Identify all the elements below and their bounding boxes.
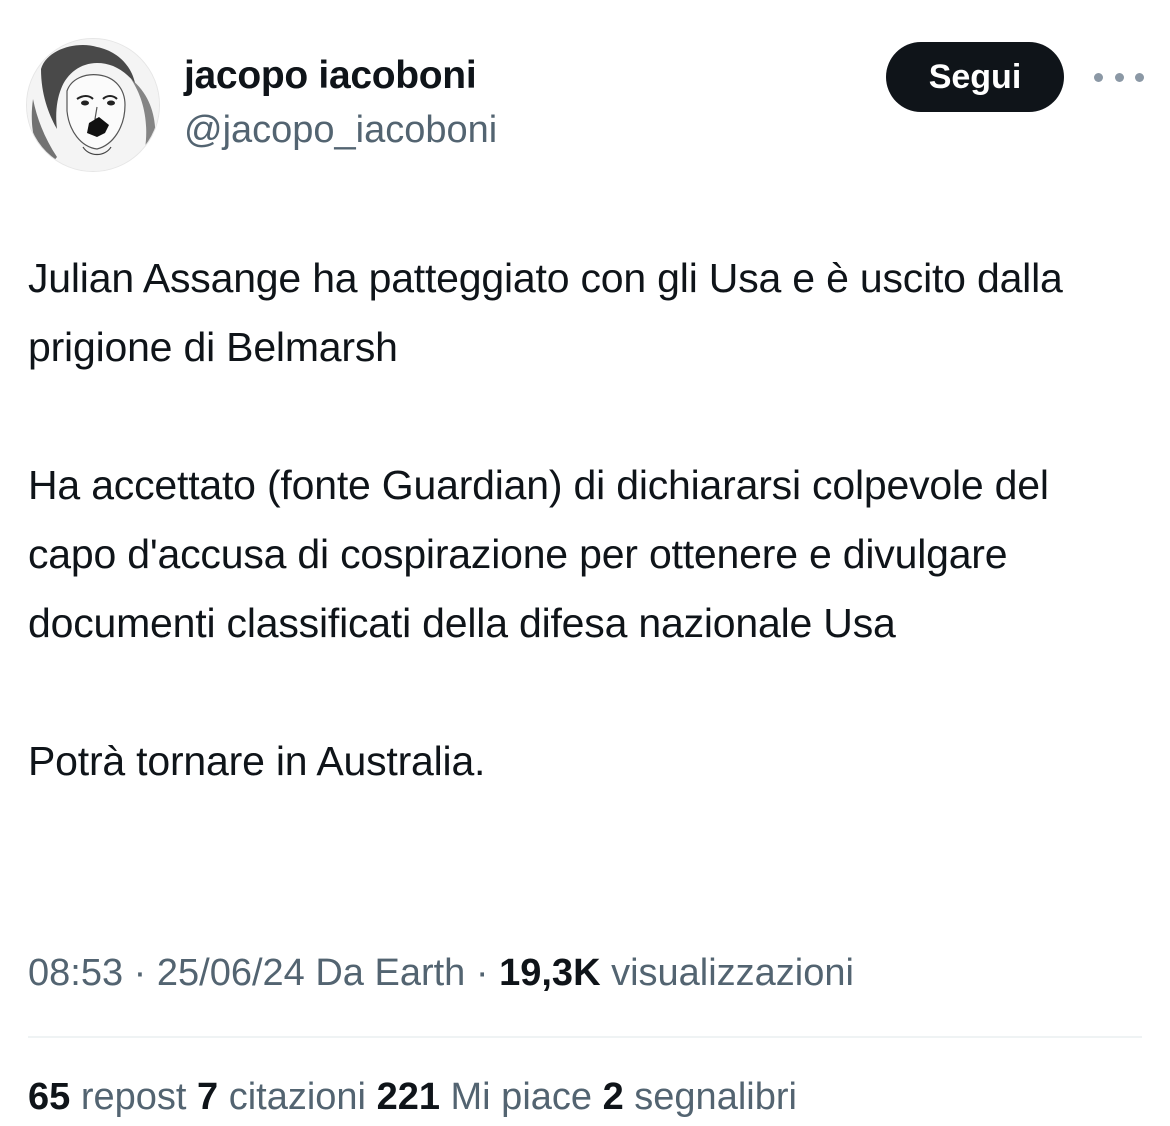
more-dot bbox=[1114, 72, 1124, 82]
more-horizontal-icon[interactable] bbox=[1094, 62, 1144, 92]
divider bbox=[28, 1036, 1142, 1038]
sketch-portrait-avatar-icon bbox=[27, 39, 159, 171]
avatar[interactable] bbox=[26, 38, 160, 172]
tweet-meta: 08:53 · 25/06/24 Da Earth · 19,3K visual… bbox=[28, 944, 854, 1002]
tweet-paragraph: Julian Assange ha patteggiato con gli Us… bbox=[28, 255, 1063, 370]
display-name[interactable]: jacopo iacoboni bbox=[184, 48, 497, 104]
more-dot bbox=[1094, 72, 1103, 82]
user-handle[interactable]: @jacopo_iacoboni bbox=[184, 104, 497, 156]
meta-separator: · bbox=[123, 952, 157, 994]
tweet-header: jacopo iacoboni @jacopo_iacoboni Segui bbox=[26, 38, 1146, 172]
more-dot bbox=[1135, 72, 1144, 82]
tweet-text: Julian Assange ha patteggiato con gli Us… bbox=[28, 244, 1148, 796]
meta-separator: · bbox=[465, 952, 500, 994]
bookmarks-count[interactable]: 2 bbox=[603, 1076, 624, 1118]
likes-label[interactable]: Mi piace bbox=[440, 1076, 593, 1118]
tweet-paragraph: Ha accettato (fonte Guardian) di dichiar… bbox=[28, 462, 1049, 646]
tweet-date[interactable]: 25/06/24 bbox=[157, 952, 305, 994]
quotes-count[interactable]: 7 bbox=[197, 1076, 218, 1118]
views-count: 19,3K bbox=[499, 952, 601, 994]
engagement-stats: 65 repost 7 citazioni 221 Mi piace 2 seg… bbox=[28, 1068, 797, 1126]
likes-count[interactable]: 221 bbox=[377, 1076, 440, 1118]
reposts-label[interactable]: repost bbox=[70, 1076, 187, 1118]
author-names: jacopo iacoboni @jacopo_iacoboni bbox=[184, 48, 497, 156]
quotes-label[interactable]: citazioni bbox=[218, 1076, 366, 1118]
tweet-paragraph: Potrà tornare in Australia. bbox=[28, 738, 486, 784]
bookmarks-label[interactable]: segnalibri bbox=[624, 1076, 797, 1118]
views-label: visualizzazioni bbox=[600, 952, 854, 994]
tweet-time[interactable]: 08:53 bbox=[28, 952, 123, 994]
follow-button[interactable]: Segui bbox=[886, 42, 1064, 112]
reposts-count[interactable]: 65 bbox=[28, 1076, 70, 1118]
tweet-source: Da Earth bbox=[304, 952, 466, 994]
